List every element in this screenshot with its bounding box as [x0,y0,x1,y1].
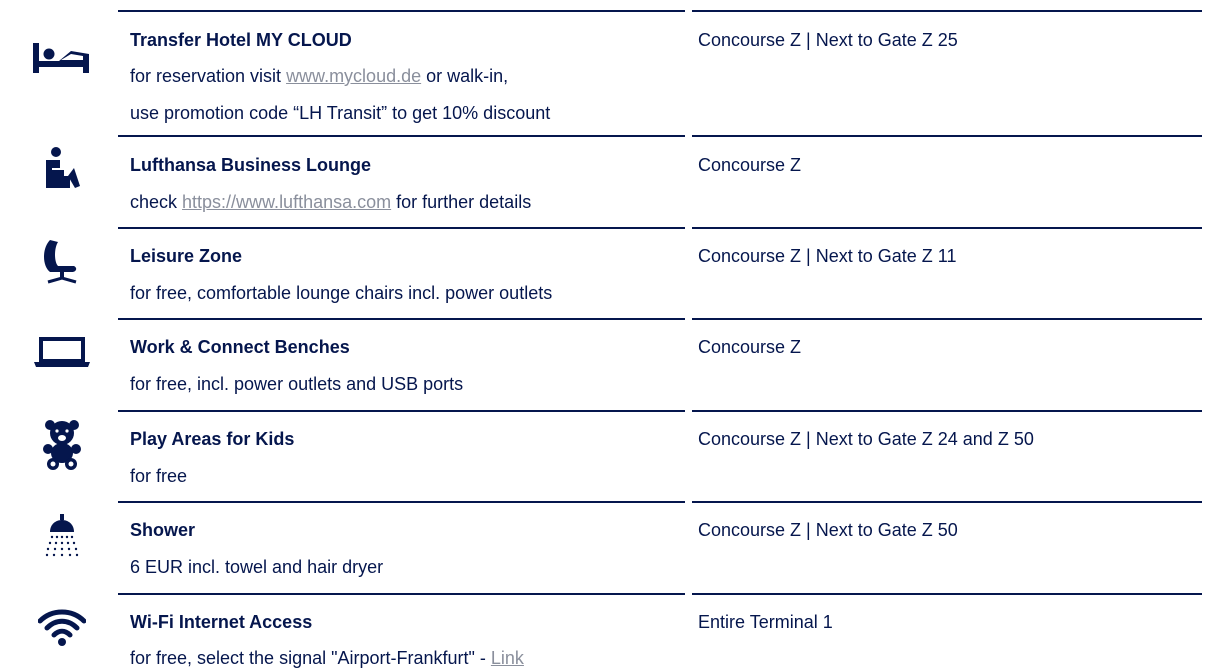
service-title: Transfer Hotel MY CLOUD [130,30,352,50]
service-description: 6 EUR incl. towel and hair dryer [130,557,384,577]
egg-chair-icon [22,236,102,286]
service-description: for free, comfortable lounge chairs incl… [130,283,553,303]
service-description: for free, incl. power outlets and USB po… [130,374,464,394]
service-location: Concourse Z | Next to Gate Z 25 [698,30,958,50]
shower-icon [22,513,102,563]
description-text: for reservation visit [130,66,287,86]
service-description-2: use promotion code “LH Transit” to get 1… [130,103,551,123]
service-description: for free, select the signal "Airport-Fra… [130,648,524,669]
mycloud-link[interactable]: www.mycloud.de [286,66,421,86]
service-title: Wi-Fi Internet Access [130,612,313,632]
divider [692,227,1202,229]
service-description: check https://www.lufthansa.com for furt… [130,192,531,213]
service-location: Concourse Z [698,155,802,175]
divider [692,501,1202,503]
service-location: Entire Terminal 1 [698,612,833,632]
service-description: for free [130,466,188,486]
description-text: for free, select the signal "Airport-Fra… [130,648,491,668]
divider [118,10,685,12]
divider [692,410,1202,412]
service-location: Concourse Z | Next to Gate Z 11 [698,246,957,266]
description-text: for further details [391,192,532,212]
description-text: or walk-in, [421,66,509,86]
divider [692,10,1202,12]
service-title: Shower [130,520,196,540]
laptop-icon [22,327,102,377]
divider [118,410,685,412]
service-location: Concourse Z | Next to Gate Z 50 [698,520,958,540]
service-title: Lufthansa Business Lounge [130,155,372,175]
divider [118,593,685,595]
service-description: for reservation visit www.mycloud.de or … [130,66,508,87]
divider [118,501,685,503]
divider [692,135,1202,137]
service-location: Concourse Z | Next to Gate Z 24 and Z 50 [698,429,1034,449]
lufthansa-link[interactable]: https://www.lufthansa.com [182,192,391,212]
divider [118,135,685,137]
wifi-icon [22,602,102,652]
service-location: Concourse Z [698,337,802,357]
wifi-link[interactable]: Link [491,648,524,668]
service-title: Work & Connect Benches [130,337,350,357]
divider [118,318,685,320]
lounge-seat-icon [22,143,102,193]
bed-icon [22,33,102,83]
service-title: Play Areas for Kids [130,429,295,449]
service-title: Leisure Zone [130,246,243,266]
divider [692,318,1202,320]
description-text: check [130,192,183,212]
teddy-bear-icon [22,420,102,470]
divider [118,227,685,229]
divider [692,593,1202,595]
service-row-hotel: Transfer Hotel MY CLOUD for reservation … [0,0,1210,123]
